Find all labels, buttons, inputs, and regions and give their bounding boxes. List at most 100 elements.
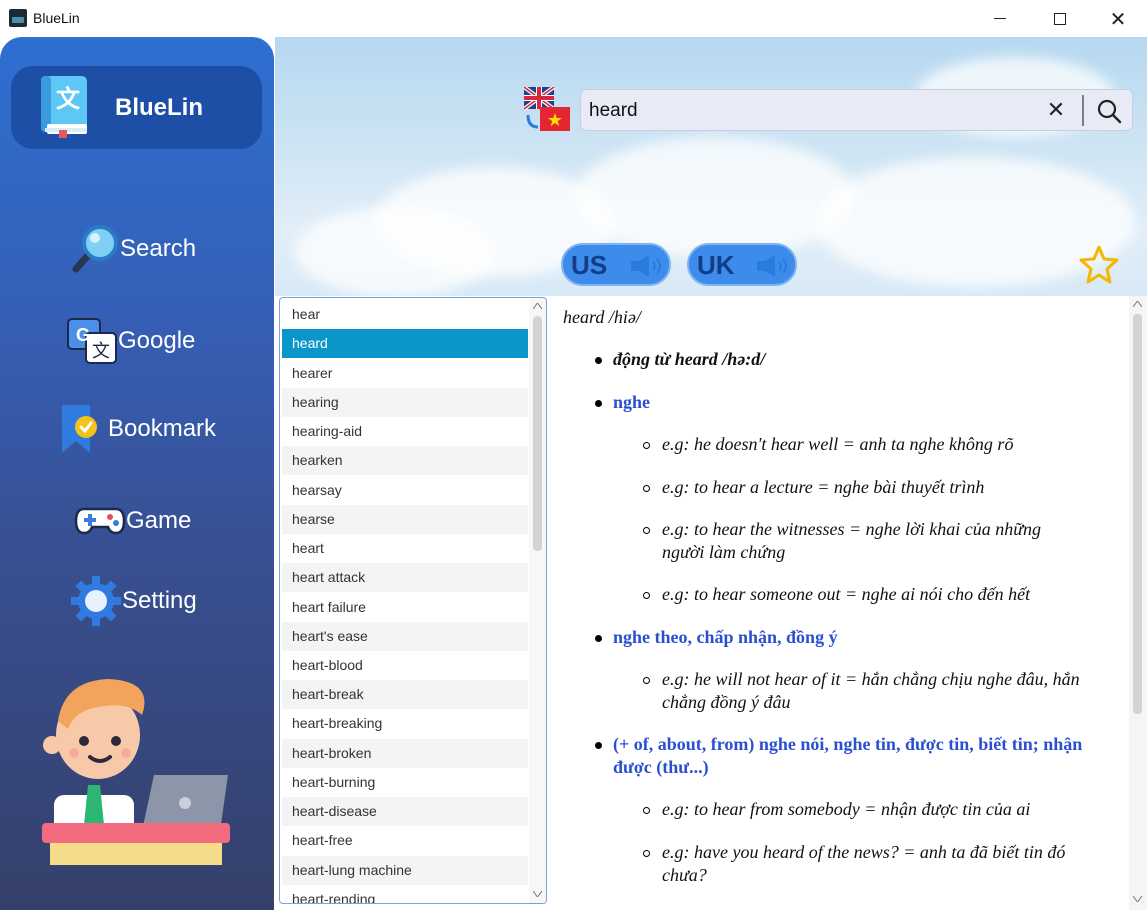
example: e.g: to hear the witnesses = nghe lời kh…: [662, 519, 1042, 539]
sense-meaning: nghe theo, chấp nhận, đồng ý: [613, 627, 838, 647]
us-pronunciation-button[interactable]: US: [561, 243, 671, 286]
list-item[interactable]: hearse: [282, 505, 528, 534]
bullet: [595, 400, 602, 407]
bullet: [595, 635, 602, 642]
user-illustration: [42, 679, 230, 865]
list-item[interactable]: heart: [282, 534, 528, 563]
scroll-up-icon[interactable]: [533, 303, 542, 309]
scrollbar-thumb[interactable]: [1133, 314, 1142, 714]
bookmark-star-icon[interactable]: [1078, 244, 1120, 286]
maximize-icon: [1054, 12, 1066, 25]
sense-meaning: nghe: [613, 392, 651, 412]
list-item[interactable]: heart-rending: [282, 885, 528, 903]
svg-text:★: ★: [547, 110, 563, 131]
list-item[interactable]: heart-free: [282, 826, 528, 855]
bullet: [595, 742, 602, 749]
list-item[interactable]: hearsay: [282, 476, 528, 505]
cloud-decoration: [295, 207, 495, 296]
sidebar-item-label: Bookmark: [108, 415, 217, 442]
sub-bullet: [643, 485, 650, 492]
list-item[interactable]: hearing: [282, 388, 528, 417]
search-divider: [1082, 95, 1084, 126]
list-item[interactable]: hear: [282, 300, 528, 329]
search-header: ★ ✕ US UK: [275, 37, 1147, 296]
speaker-icon: [631, 255, 661, 277]
list-item[interactable]: heart-breaking: [282, 709, 528, 738]
example: chưa?: [662, 865, 707, 885]
uk-label: UK: [697, 250, 735, 280]
sub-bullet: [643, 592, 650, 599]
sub-bullet: [643, 442, 650, 449]
search-input[interactable]: [589, 98, 1029, 124]
list-item[interactable]: hearken: [282, 446, 528, 475]
search-bar: ✕: [580, 89, 1133, 131]
language-switch-icon[interactable]: ★: [524, 87, 570, 133]
list-item[interactable]: heart-broken: [282, 739, 528, 768]
sidebar-item-label: Search: [120, 235, 197, 262]
word-list[interactable]: hear heard hearer hearing hearing-aid he…: [279, 297, 547, 904]
sidebar-item-game[interactable]: Game: [74, 495, 191, 547]
sidebar-item-label: Setting: [122, 587, 197, 614]
magnifier-icon: [72, 225, 118, 273]
sidebar-item-google[interactable]: G 文 Google: [66, 315, 195, 367]
list-item[interactable]: heart-burning: [282, 768, 528, 797]
list-item[interactable]: heart attack: [282, 563, 528, 592]
book-translate-icon: 文: [41, 76, 87, 138]
example: người làm chứng: [662, 542, 786, 562]
list-item[interactable]: heart-disease: [282, 797, 528, 826]
gamepad-icon: [74, 507, 126, 535]
example: e.g: he will not hear of it = hắn chẳng …: [662, 669, 1080, 689]
sub-bullet: [643, 527, 650, 534]
sidebar: 文 BlueLin Search G 文 Google Bookmark Gam…: [0, 37, 274, 910]
example: e.g: have you heard of the news? = anh t…: [662, 842, 1066, 862]
sidebar-item-bookmark[interactable]: Bookmark: [56, 403, 216, 455]
list-item[interactable]: heart failure: [282, 593, 528, 622]
app-logo[interactable]: 文 BlueLin: [11, 66, 262, 149]
scrollbar-thumb[interactable]: [533, 316, 542, 551]
example: chẳng đồng ý đâu: [662, 692, 791, 712]
list-item[interactable]: hearing-aid: [282, 417, 528, 446]
definition-headword: heard /hiə/: [563, 307, 641, 327]
sidebar-item-setting[interactable]: Setting: [70, 575, 197, 627]
example: e.g: he doesn't hear well = anh ta nghe …: [662, 434, 1014, 454]
sidebar-item-search[interactable]: Search: [68, 223, 196, 275]
example: e.g: to hear someone out = nghe ai nói c…: [662, 584, 1031, 604]
svg-text:文: 文: [92, 341, 110, 362]
clear-icon[interactable]: ✕: [1045, 100, 1067, 122]
list-item[interactable]: heart-blood: [282, 651, 528, 680]
close-icon: ✕: [1109, 6, 1127, 31]
definition-scrollbar[interactable]: [1129, 296, 1147, 910]
scroll-down-icon[interactable]: [1133, 896, 1142, 902]
gear-icon: [71, 576, 121, 626]
us-label: US: [571, 250, 608, 280]
word-list-scrollbar[interactable]: [529, 298, 546, 903]
list-item-selected[interactable]: heard: [282, 329, 528, 358]
example: e.g: to hear a lecture = nghe bài thuyết…: [662, 477, 985, 497]
list-item[interactable]: hearer: [282, 359, 528, 388]
scroll-down-icon[interactable]: [533, 891, 542, 897]
search-icon[interactable]: [1096, 98, 1122, 124]
cloud-decoration: [575, 137, 855, 257]
close-button[interactable]: ✕: [1089, 0, 1147, 37]
list-item[interactable]: heart's ease: [282, 622, 528, 651]
part-of-speech: động từ heard /hə:d/: [613, 349, 766, 369]
window-title: BlueLin: [33, 10, 80, 26]
bullet: [595, 357, 602, 364]
minimize-button[interactable]: [971, 0, 1029, 37]
list-item[interactable]: heart-break: [282, 680, 528, 709]
definition-panel: heard /hiə/ động từ heard /hə:d/ nghe e.…: [551, 296, 1147, 910]
svg-text:文: 文: [56, 85, 81, 113]
sense-meaning-cont: được (thư...): [613, 757, 709, 777]
google-translate-icon: G 文: [67, 318, 117, 364]
maximize-button[interactable]: [1031, 0, 1089, 37]
scroll-up-icon[interactable]: [1133, 301, 1142, 307]
minimize-icon: [994, 18, 1006, 19]
title-bar: BlueLin ✕: [0, 0, 1147, 37]
sense-meaning: (+ of, about, from) nghe nói, nghe tin, …: [613, 734, 1083, 754]
uk-pronunciation-button[interactable]: UK: [687, 243, 797, 286]
example: e.g: to hear from somebody = nhận được t…: [662, 799, 1031, 819]
sub-bullet: [643, 850, 650, 857]
app-icon: [9, 9, 27, 27]
list-item[interactable]: heart-lung machine: [282, 856, 528, 885]
svg-text:G: G: [76, 325, 90, 345]
